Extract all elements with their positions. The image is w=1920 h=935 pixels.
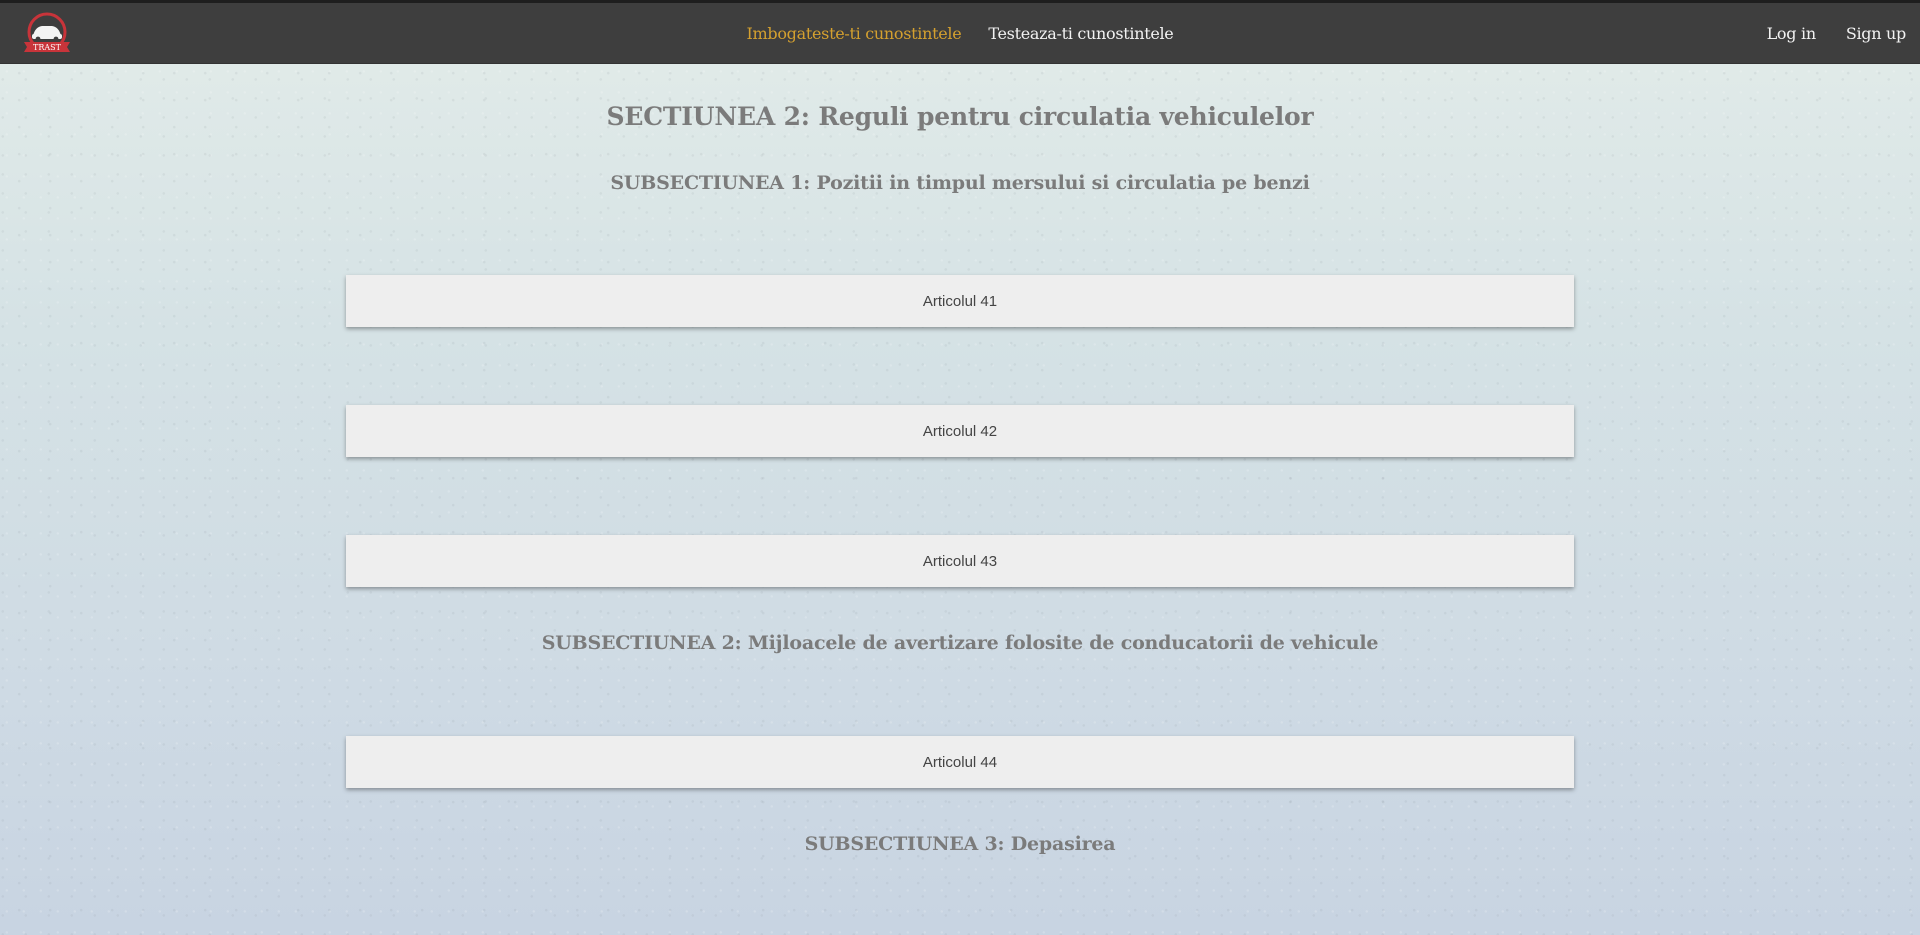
auth-nav: Log in Sign up [1767,3,1907,63]
login-link[interactable]: Log in [1767,24,1817,43]
signup-link[interactable]: Sign up [1846,24,1906,43]
article-43-button[interactable]: Articolul 43 [346,535,1574,587]
subsection-title-3: SUBSECTIUNEA 3: Depasirea [804,833,1116,855]
nav-link-testeaza[interactable]: Testeaza-ti cunostintele [988,24,1173,43]
article-44-button[interactable]: Articolul 44 [346,736,1574,788]
nav-link-imbogateste[interactable]: Imbogateste-ti cunostintele [747,24,962,43]
car-logo-icon[interactable]: TRAST [20,11,74,57]
svg-text:TRAST: TRAST [33,43,62,52]
subsection-title-1: SUBSECTIUNEA 1: Pozitii in timpul mersul… [610,172,1310,194]
article-42-button[interactable]: Articolul 42 [346,405,1574,457]
main-nav: Imbogateste-ti cunostintele Testeaza-ti … [0,3,1920,63]
section-title: SECTIUNEA 2: Reguli pentru circulatia ve… [606,102,1314,131]
article-41-button[interactable]: Articolul 41 [346,275,1574,327]
subsection-title-2: SUBSECTIUNEA 2: Mijloacele de avertizare… [541,632,1379,654]
navbar: TRAST Imbogateste-ti cunostintele Testea… [0,3,1920,64]
